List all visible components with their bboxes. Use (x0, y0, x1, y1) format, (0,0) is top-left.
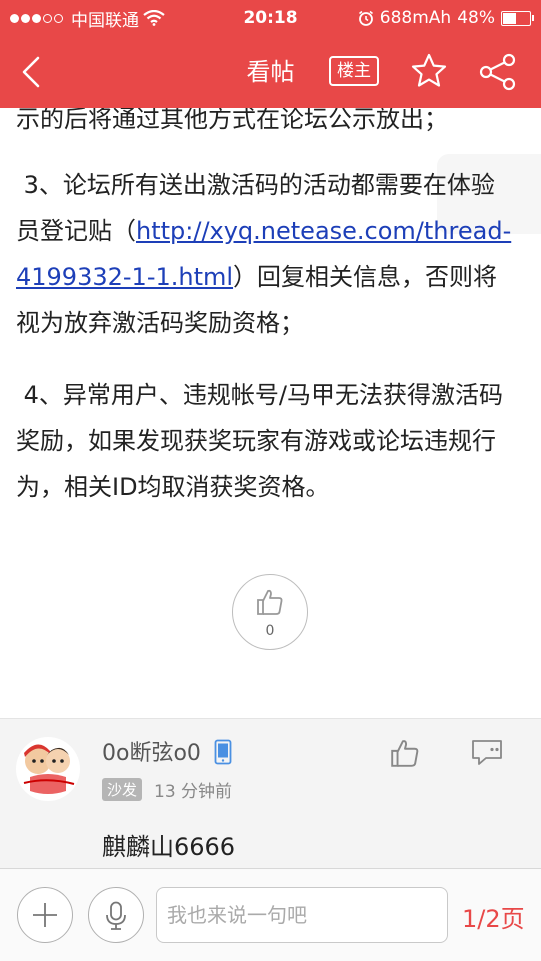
plus-icon (33, 903, 57, 927)
add-button[interactable] (17, 887, 73, 943)
mobile-phone-icon (214, 739, 232, 765)
reply-input[interactable] (156, 887, 448, 943)
bottom-bar: 1/2页 (0, 868, 541, 961)
battery-icon (501, 10, 534, 26)
reply-time: 13 分钟前 (154, 782, 233, 802)
battery-fill (503, 12, 517, 24)
post-paragraph-cut: 示的后将通过其他方式在论坛公示放出； (16, 108, 448, 133)
reply-comment-icon[interactable] (470, 737, 504, 767)
status-bar: 中国联通 20:18 688mAh 48% (0, 0, 541, 36)
wifi-icon (143, 10, 165, 26)
status-left: 中国联通 (10, 6, 165, 31)
alarm-icon (358, 10, 373, 26)
nav-bar: 看帖 楼主 (0, 36, 541, 108)
reply-like-icon[interactable] (389, 737, 421, 769)
avatar[interactable] (16, 737, 80, 801)
voice-button[interactable] (88, 887, 144, 943)
like-count: 0 (265, 623, 275, 639)
post-content: 示的后将通过其他方式在论坛公示放出； 3、论坛所有送出激活码的活动都需要在体验员… (0, 108, 541, 718)
p4-text: 4、异常用户、违规帐号/马甲无法获得激活码奖励，如果发现获奖玩家有游戏或论坛违规… (16, 381, 503, 501)
sofa-badge: 沙发 (102, 778, 143, 801)
battery-mah: 688mAh (379, 8, 452, 28)
carrier-label: 中国联通 (71, 10, 139, 31)
favorite-star-icon[interactable] (410, 52, 448, 90)
status-right: 688mAh 48% (358, 8, 534, 28)
post-paragraph-4: 4、异常用户、违规帐号/马甲无法获得激活码奖励，如果发现获奖玩家有游戏或论坛违规… (16, 372, 516, 510)
microphone-icon (106, 901, 126, 930)
back-icon[interactable] (16, 54, 52, 90)
reply-username[interactable]: 0o断弦o0 (102, 735, 201, 767)
signal-icon (10, 13, 63, 23)
reply-item: 0o断弦o0 沙发 13 分钟前 麒麟山6666 (0, 718, 541, 869)
share-icon[interactable] (478, 52, 518, 92)
reply-text: 麒麟山6666 (102, 833, 236, 861)
thumbs-up-icon (257, 589, 283, 615)
post-paragraph-3: 3、论坛所有送出激活码的活动都需要在体验员登记贴（http://xyq.nete… (16, 162, 516, 346)
battery-percent: 48% (457, 8, 495, 28)
post-like-button[interactable]: 0 (232, 574, 308, 650)
page-indicator[interactable]: 1/2页 (462, 899, 525, 934)
louzhu-button[interactable]: 楼主 (329, 56, 379, 86)
page-title: 看帖 (246, 58, 295, 86)
